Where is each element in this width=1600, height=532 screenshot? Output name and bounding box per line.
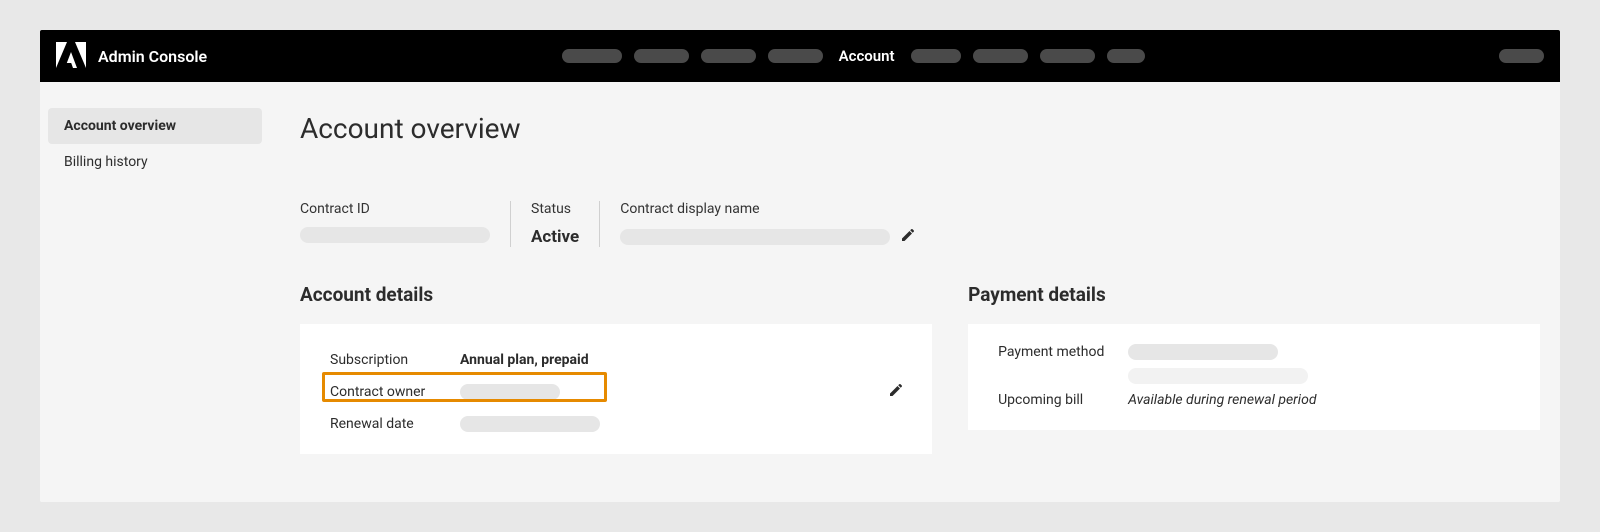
nav-tab-placeholder[interactable] — [634, 49, 689, 63]
navbar-tabs: Account — [207, 47, 1499, 65]
contract-display-name-label: Contract display name — [620, 201, 916, 217]
navbar-right — [1499, 49, 1544, 63]
main-content: Account overview Contract ID Status Acti… — [270, 82, 1560, 502]
account-details-title: Account details — [300, 283, 932, 306]
renewal-date-label: Renewal date — [330, 416, 460, 432]
upcoming-bill-value: Available during renewal period — [1128, 392, 1316, 408]
renewal-date-value-placeholder — [460, 416, 600, 432]
nav-tab-placeholder[interactable] — [562, 49, 622, 63]
subscription-row: Subscription Annual plan, prepaid — [330, 344, 908, 376]
subscription-value: Annual plan, prepaid — [460, 352, 589, 368]
details-row: Account details Subscription Annual plan… — [300, 283, 1540, 454]
contract-status-label: Status — [531, 201, 579, 217]
top-navbar: Admin Console Account — [40, 30, 1560, 82]
sidebar: Account overview Billing history — [40, 82, 270, 502]
navbar-brand: Admin Console — [56, 42, 207, 70]
pencil-icon[interactable] — [888, 382, 904, 402]
payment-method-label: Payment method — [998, 344, 1128, 360]
contract-owner-label: Contract owner — [330, 384, 460, 400]
account-details-card: Subscription Annual plan, prepaid Contra… — [300, 324, 932, 454]
upcoming-bill-label: Upcoming bill — [998, 392, 1128, 408]
upcoming-bill-row: Upcoming bill Available during renewal p… — [998, 384, 1516, 416]
contract-id-value-placeholder — [300, 227, 490, 243]
sidebar-item-label: Billing history — [64, 154, 148, 170]
contract-display-name-cell: Contract display name — [599, 201, 936, 247]
contract-id-cell: Contract ID — [300, 201, 510, 247]
nav-tab-account[interactable]: Account — [835, 47, 899, 65]
pencil-icon[interactable] — [900, 227, 916, 247]
payment-details-card: Payment method Upcoming bill Available d… — [968, 324, 1540, 430]
contract-status-cell: Status Active — [510, 201, 599, 247]
sidebar-item-account-overview[interactable]: Account overview — [48, 108, 262, 144]
contract-id-label: Contract ID — [300, 201, 490, 217]
page-title: Account overview — [300, 112, 1540, 145]
sidebar-item-label: Account overview — [64, 118, 176, 134]
brand-title: Admin Console — [98, 47, 207, 66]
contract-status-value: Active — [531, 227, 579, 247]
nav-tab-placeholder[interactable] — [911, 49, 961, 63]
nav-tab-placeholder[interactable] — [768, 49, 823, 63]
payment-details-title: Payment details — [968, 283, 1540, 306]
app-window: Admin Console Account Account overview B… — [40, 30, 1560, 502]
nav-tab-placeholder[interactable] — [1040, 49, 1095, 63]
nav-right-placeholder[interactable] — [1499, 49, 1544, 63]
renewal-date-row: Renewal date — [330, 408, 908, 440]
nav-tab-placeholder[interactable] — [1107, 49, 1145, 63]
nav-tab-placeholder[interactable] — [973, 49, 1028, 63]
body: Account overview Billing history Account… — [40, 82, 1560, 502]
contract-display-name-value-placeholder — [620, 229, 890, 245]
payment-method-value-placeholder — [1128, 344, 1278, 360]
payment-method-value-placeholder-2 — [1128, 368, 1308, 384]
nav-tab-placeholder[interactable] — [701, 49, 756, 63]
contract-owner-row: Contract owner — [330, 376, 908, 408]
adobe-logo-icon — [56, 42, 86, 70]
contract-summary: Contract ID Status Active Contract displ… — [300, 201, 1540, 247]
payment-details-section: Payment details Payment method Upcoming … — [968, 283, 1540, 430]
sidebar-item-billing-history[interactable]: Billing history — [48, 144, 262, 180]
account-details-section: Account details Subscription Annual plan… — [300, 283, 932, 454]
contract-owner-value-placeholder — [460, 384, 560, 400]
payment-method-row: Payment method — [998, 344, 1516, 384]
subscription-label: Subscription — [330, 352, 460, 368]
